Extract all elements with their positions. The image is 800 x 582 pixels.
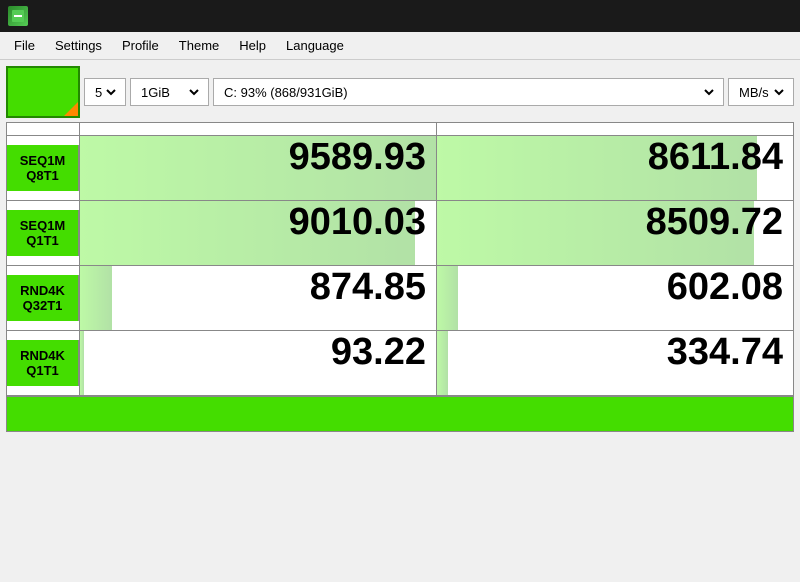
unit-dropdown[interactable]: MB/s GB/s IOPS: [735, 84, 787, 101]
row-label-0: SEQ1MQ8T1: [7, 145, 79, 191]
table-row: SEQ1MQ8T1 9589.93 8611.84: [7, 136, 794, 201]
write-value-2: 602.08: [437, 266, 793, 330]
menu-item-theme[interactable]: Theme: [169, 34, 229, 57]
row-label-3: RND4KQ1T1: [7, 340, 79, 386]
minimize-button[interactable]: [698, 5, 728, 27]
menu-bar: FileSettingsProfileThemeHelpLanguage: [0, 32, 800, 60]
read-value-3: 93.22: [80, 331, 436, 395]
menu-item-profile[interactable]: Profile: [112, 34, 169, 57]
benchmark-table: SEQ1MQ8T1 9589.93 8611.84 SEQ1MQ1T1 9010…: [6, 122, 794, 396]
write-value-1: 8509.72: [437, 201, 793, 265]
app-icon: [8, 6, 28, 26]
menu-item-settings[interactable]: Settings: [45, 34, 112, 57]
menu-item-language[interactable]: Language: [276, 34, 354, 57]
unit-select[interactable]: MB/s GB/s IOPS: [728, 78, 794, 106]
table-row: SEQ1MQ1T1 9010.03 8509.72: [7, 201, 794, 266]
row-label-2: RND4KQ32T1: [7, 275, 79, 321]
drive-select[interactable]: C: 93% (868/931GiB): [213, 78, 724, 106]
read-value-1: 9010.03: [80, 201, 436, 265]
main-content: 5 1 3 9 1GiB 512MiB 2GiB 4GiB C: 93% (86…: [0, 60, 800, 582]
bottom-green-bar: [6, 396, 794, 432]
write-value-3: 334.74: [437, 331, 793, 395]
row-label-1: SEQ1MQ1T1: [7, 210, 79, 256]
close-button[interactable]: [762, 5, 792, 27]
write-value-0: 8611.84: [437, 136, 793, 200]
menu-item-file[interactable]: File: [4, 34, 45, 57]
all-button[interactable]: [6, 66, 80, 118]
maximize-button[interactable]: [730, 5, 760, 27]
table-row: RND4KQ1T1 93.22 334.74: [7, 331, 794, 396]
read-value-2: 874.85: [80, 266, 436, 330]
count-select[interactable]: 5 1 3 9: [84, 78, 126, 106]
read-value-0: 9589.93: [80, 136, 436, 200]
write-header: [437, 123, 794, 136]
drive-dropdown[interactable]: C: 93% (868/931GiB): [220, 84, 717, 101]
size-select[interactable]: 1GiB 512MiB 2GiB 4GiB: [130, 78, 209, 106]
count-dropdown[interactable]: 5 1 3 9: [91, 84, 119, 101]
read-header: [80, 123, 437, 136]
table-row: RND4KQ32T1 874.85 602.08: [7, 266, 794, 331]
controls-row: 5 1 3 9 1GiB 512MiB 2GiB 4GiB C: 93% (86…: [6, 66, 794, 118]
menu-item-help[interactable]: Help: [229, 34, 276, 57]
size-dropdown[interactable]: 1GiB 512MiB 2GiB 4GiB: [137, 84, 202, 101]
title-bar: [0, 0, 800, 32]
window-controls: [698, 5, 792, 27]
